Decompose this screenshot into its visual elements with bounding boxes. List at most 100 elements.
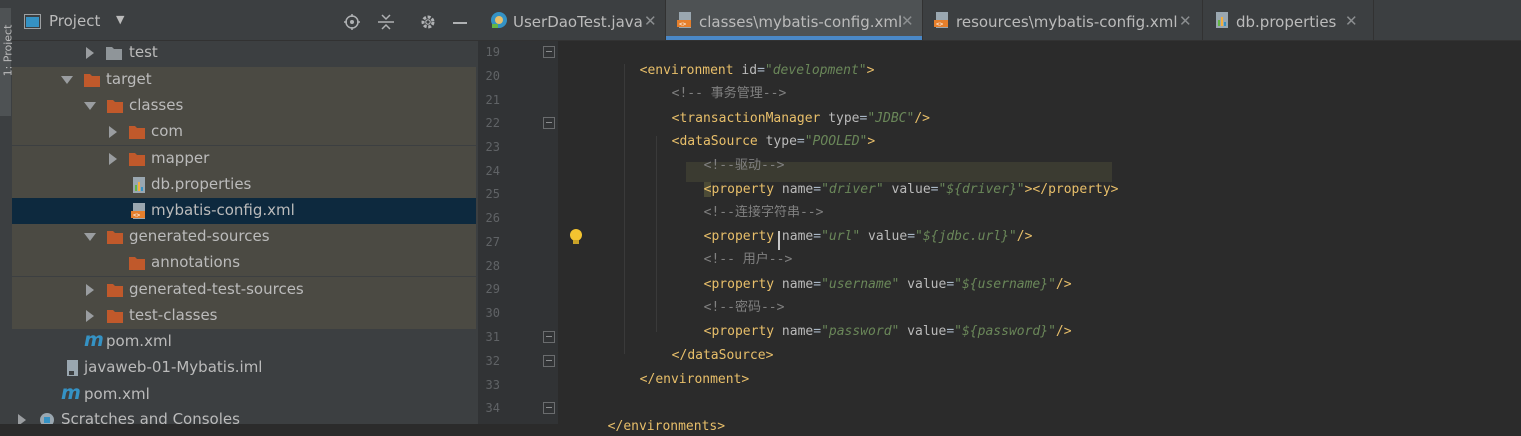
tab-db-properties[interactable]: db.properties ✕ xyxy=(1203,0,1373,40)
expand-arrow-icon[interactable] xyxy=(86,310,94,322)
lightbulb-icon[interactable] xyxy=(568,228,584,246)
tree-item-generated-sources[interactable]: generated-sources xyxy=(12,224,476,250)
attribute-name: value xyxy=(899,277,947,292)
tag-bracket: /> xyxy=(1055,324,1072,339)
equals-sign: = xyxy=(813,229,822,244)
line-number: 29 xyxy=(485,282,500,296)
svg-text:<>: <> xyxy=(936,21,944,28)
line-number: 22 xyxy=(485,116,500,130)
folder-icon xyxy=(129,126,145,139)
collapse-arrow-icon[interactable] xyxy=(61,76,73,84)
equals-sign: = xyxy=(930,182,939,197)
tree-item-classes[interactable]: classes xyxy=(12,93,476,119)
project-view-icon xyxy=(24,14,41,29)
tag-name: environments xyxy=(623,419,718,434)
line-number: 30 xyxy=(485,306,500,320)
fold-marker-icon[interactable] xyxy=(543,355,555,367)
xml-file-icon: <> xyxy=(131,203,145,219)
tab-classes-mybatis-config-xml[interactable]: <> classes\mybatis-config.xml ✕ xyxy=(666,0,922,40)
expand-arrow-icon[interactable] xyxy=(18,414,26,424)
indent-guide xyxy=(624,64,625,354)
line-number: 34 xyxy=(485,401,500,415)
folder-icon xyxy=(107,284,123,297)
tree-item-iml[interactable]: javaweb-01-Mybatis.iml xyxy=(12,355,476,381)
collapse-arrow-icon[interactable] xyxy=(84,233,96,241)
tag-bracket: > xyxy=(867,134,876,149)
collapse-arrow-icon[interactable] xyxy=(84,102,96,110)
expand-arrow-icon[interactable] xyxy=(109,126,117,138)
code-line-34[interactable]: </environments> xyxy=(592,400,725,436)
line-number: 31 xyxy=(485,330,500,344)
equals-sign: = xyxy=(813,324,822,339)
line-number: 24 xyxy=(485,164,500,178)
tree-item-target[interactable]: target xyxy=(12,67,476,93)
project-view-title[interactable]: Project xyxy=(49,12,100,30)
equals-sign: = xyxy=(946,324,955,339)
attribute-value: "username" xyxy=(821,277,900,292)
svg-text:<>: <> xyxy=(679,21,687,28)
tree-item-com[interactable]: com xyxy=(12,119,476,145)
line-number: 25 xyxy=(485,187,500,201)
tree-item-mybatis-config-xml[interactable]: <> mybatis-config.xml xyxy=(12,198,476,224)
attribute-value: "password" xyxy=(821,324,900,339)
line-number: 28 xyxy=(485,259,500,273)
xml-file-icon: <> xyxy=(934,12,948,28)
maven-icon: m xyxy=(84,329,104,351)
close-icon[interactable]: ✕ xyxy=(1179,12,1192,30)
iml-file-icon xyxy=(67,360,78,376)
expand-arrow-icon[interactable] xyxy=(86,47,94,59)
tree-item-mapper[interactable]: mapper xyxy=(12,146,476,172)
code-line-32[interactable]: </environment> xyxy=(624,353,750,389)
attribute-name: value xyxy=(860,229,908,244)
folder-icon xyxy=(129,153,145,166)
tree-item-test-classes[interactable]: test-classes xyxy=(12,303,476,329)
gear-icon[interactable] xyxy=(420,14,436,30)
locate-file-icon[interactable] xyxy=(344,14,360,30)
svg-text:<>: <> xyxy=(133,212,141,219)
tab-userdaotest-java[interactable]: UserDaoTest.java ✕ xyxy=(478,0,665,40)
equals-sign: = xyxy=(813,277,822,292)
tree-item-pom-xml-target[interactable]: m pom.xml xyxy=(12,329,476,355)
fold-marker-icon[interactable] xyxy=(543,117,555,129)
tree-item-db-properties[interactable]: db.properties xyxy=(12,172,476,198)
tag-bracket: > xyxy=(866,63,875,78)
hide-panel-icon[interactable] xyxy=(452,14,468,30)
equals-sign: = xyxy=(946,277,955,292)
tag-name: environment xyxy=(655,372,742,387)
line-number: 21 xyxy=(485,93,500,107)
tab-resources-mybatis-config-xml[interactable]: <> resources\mybatis-config.xml ✕ xyxy=(923,0,1202,40)
chevron-down-icon[interactable]: ▼ xyxy=(116,13,124,26)
project-panel-header: Project ▼ xyxy=(12,0,478,41)
tag-bracket: </ xyxy=(639,372,656,387)
attribute-value: "${username}" xyxy=(954,277,1056,292)
close-icon[interactable]: ✕ xyxy=(644,12,657,30)
scratches-icon xyxy=(40,413,54,424)
attribute-value: "${password}" xyxy=(954,324,1056,339)
fold-marker-icon[interactable] xyxy=(543,402,555,414)
tag-bracket: > xyxy=(717,419,726,434)
close-icon[interactable]: ✕ xyxy=(1345,12,1358,30)
tree-item-scratches[interactable]: Scratches and Consoles xyxy=(12,407,476,424)
fold-marker-icon[interactable] xyxy=(543,46,555,58)
attribute-name: value xyxy=(883,182,931,197)
attribute-value: "${driver}" xyxy=(938,182,1025,197)
tag-bracket: > xyxy=(741,372,750,387)
tag-bracket: ></property> xyxy=(1024,182,1119,197)
expand-arrow-icon[interactable] xyxy=(109,153,117,165)
tree-item-test[interactable]: test xyxy=(12,40,476,66)
tree-item-annotations[interactable]: annotations xyxy=(12,250,476,276)
xml-file-icon: <> xyxy=(677,12,691,28)
expand-arrow-icon[interactable] xyxy=(86,284,94,296)
tree-item-generated-test-sources[interactable]: generated-test-sources xyxy=(12,277,476,303)
tree-item-pom-xml[interactable]: m pom.xml xyxy=(12,382,476,408)
tag-bracket: /> xyxy=(1016,229,1033,244)
text-caret xyxy=(778,231,780,250)
properties-file-icon xyxy=(1216,12,1228,28)
fold-marker-icon[interactable] xyxy=(543,331,555,343)
tag-bracket: > xyxy=(765,348,774,363)
close-icon[interactable]: ✕ xyxy=(901,12,914,30)
collapse-all-icon[interactable] xyxy=(378,14,394,30)
active-tab-indicator xyxy=(666,36,922,40)
line-number: 33 xyxy=(485,378,500,392)
tag-bracket: </ xyxy=(607,419,624,434)
